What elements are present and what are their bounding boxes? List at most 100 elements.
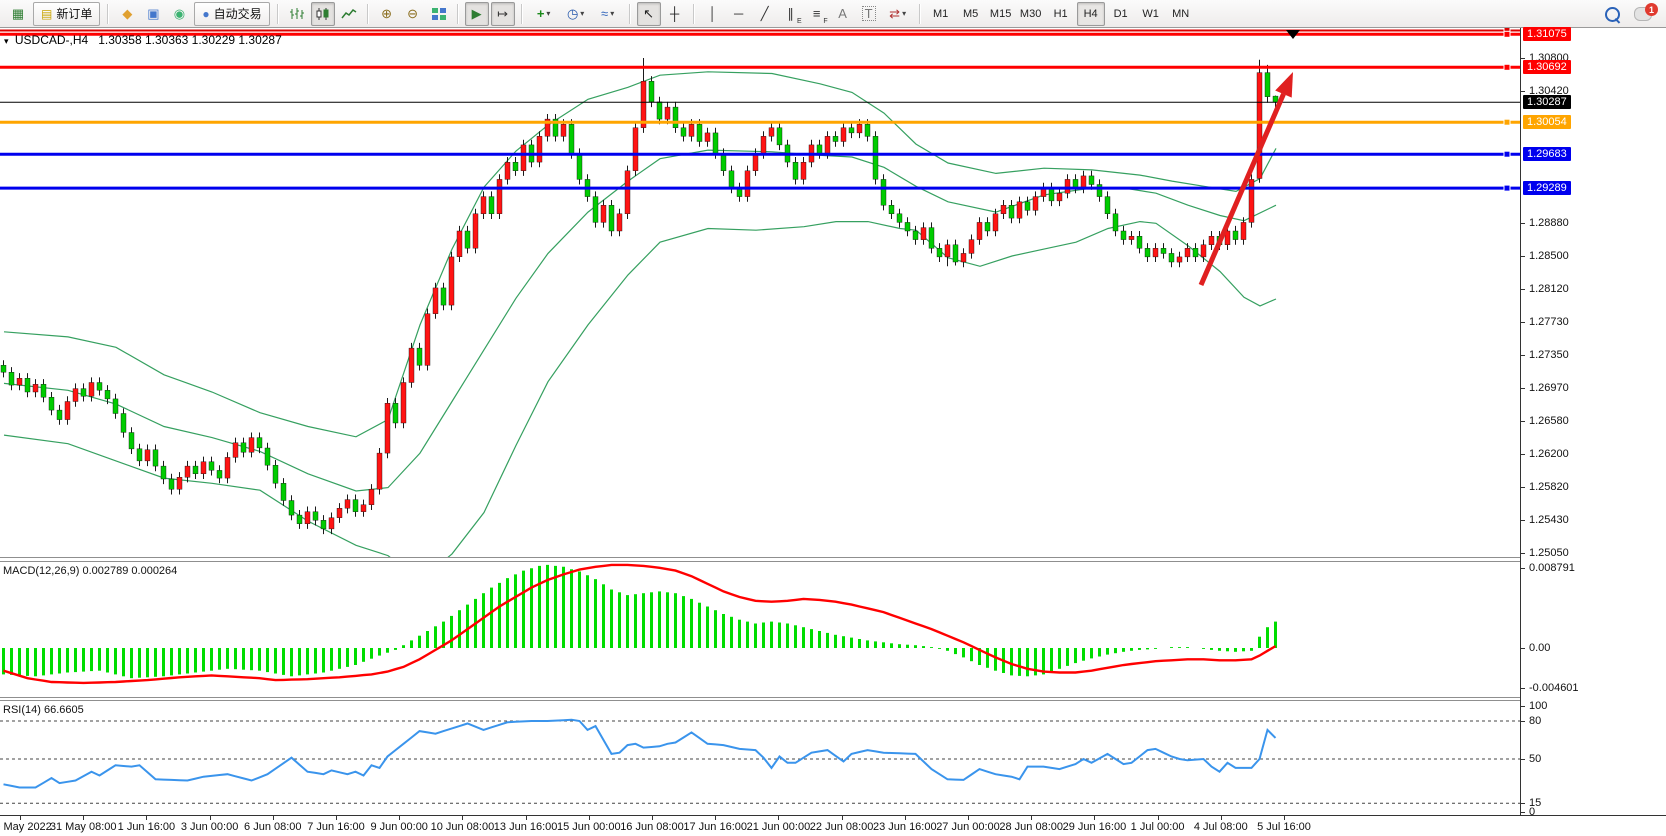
zoom-in-icon-glyph: ⊕ xyxy=(381,7,392,20)
macd-chart[interactable] xyxy=(0,562,1520,697)
new-order-button[interactable]: ▤新订单 xyxy=(33,2,100,26)
candle-body xyxy=(1193,248,1198,257)
candle-body xyxy=(361,505,366,512)
time-axis-label: 30 May 2022 xyxy=(0,821,52,833)
timeframe-d1[interactable]: D1 xyxy=(1107,2,1135,26)
time-axis[interactable]: 30 May 202231 May 08:001 Jun 16:003 Jun … xyxy=(0,815,1666,836)
candle-body xyxy=(849,128,854,133)
price-axis-tick xyxy=(1521,322,1525,323)
trendline-icon[interactable]: ╱ xyxy=(753,2,777,26)
text-icon[interactable]: A xyxy=(831,2,855,26)
candle-body xyxy=(985,222,990,231)
toolbar-group: ▦▤新订单 xyxy=(2,1,105,27)
timeframe-h1[interactable]: H1 xyxy=(1047,2,1075,26)
timeframe-w1[interactable]: W1 xyxy=(1137,2,1165,26)
candle-body xyxy=(161,466,166,479)
candle-body xyxy=(417,348,422,365)
toolbar-group: │ ─╱∥E≡FAT⇄▾ xyxy=(697,1,917,27)
timeframe-h4[interactable]: H4 xyxy=(1077,2,1105,26)
candle-body xyxy=(25,378,30,392)
candlestick-chart-icon[interactable] xyxy=(311,2,335,26)
macd-axis-label: 0.008791 xyxy=(1529,562,1575,574)
chart-shift-icon[interactable]: ↦ xyxy=(491,2,515,26)
timeframe-m15[interactable]: M15 xyxy=(987,2,1015,26)
rsi-axis-tick xyxy=(1521,803,1525,804)
candle-body xyxy=(473,214,478,248)
candle-body xyxy=(17,378,22,385)
zoom-out-icon[interactable]: ⊖ xyxy=(401,2,425,26)
price-chart-panel[interactable]: ▾ USDCAD-,H4 1.30358 1.30363 1.30229 1.3… xyxy=(0,28,1520,557)
vertical-line-icon[interactable]: │ xyxy=(701,2,725,26)
time-axis-tick xyxy=(20,816,21,820)
price-axis[interactable]: 1.308001.304201.288801.285001.281201.277… xyxy=(1520,28,1666,815)
vertical-line-icon-glyph: │ xyxy=(709,7,717,20)
shapes-icon[interactable]: ⇄▾ xyxy=(883,2,913,26)
periods-icon-dropdown[interactable]: ▾ xyxy=(580,9,584,18)
time-axis-tick xyxy=(210,816,211,820)
fibonacci-icon[interactable]: ≡F xyxy=(805,2,829,26)
templates-icon-dropdown[interactable]: ▾ xyxy=(610,9,614,18)
candle-body xyxy=(1249,179,1254,222)
chart-shift-icon-glyph: ↦ xyxy=(497,7,508,20)
templates-icon[interactable]: ≈▾ xyxy=(593,2,623,26)
search-icon[interactable] xyxy=(1605,7,1620,22)
time-axis-label: 13 Jun 16:00 xyxy=(494,821,558,833)
time-axis-label: 29 Jun 16:00 xyxy=(1063,821,1127,833)
macd-panel[interactable]: MACD(12,26,9) 0.002789 0.000264 xyxy=(0,562,1520,697)
indicators-icon[interactable]: +▾ xyxy=(529,2,559,26)
rsi-chart[interactable] xyxy=(0,701,1520,815)
time-axis-label: 7 Jun 16:00 xyxy=(307,821,365,833)
periods-icon[interactable]: ◷▾ xyxy=(561,2,591,26)
candle-body xyxy=(1105,197,1110,214)
rsi-axis-label: 80 xyxy=(1529,715,1541,727)
candle-body xyxy=(617,214,622,231)
zoom-out-icon-glyph: ⊖ xyxy=(407,7,418,20)
toolbar-right-cluster: 1 xyxy=(1605,0,1652,28)
crosshair-icon[interactable]: ┼ xyxy=(663,2,687,26)
candle-body xyxy=(1169,253,1174,262)
fibonacci-icon-sub: F xyxy=(823,18,827,25)
bar-chart-icon[interactable] xyxy=(285,2,309,26)
candle-body xyxy=(1001,205,1006,214)
timeframe-m1[interactable]: M1 xyxy=(927,2,955,26)
candlestick-chart[interactable] xyxy=(0,28,1520,557)
price-axis-tick xyxy=(1521,91,1525,92)
indicators-icon-dropdown[interactable]: ▾ xyxy=(546,9,550,18)
auto-scroll-icon[interactable]: ▶ xyxy=(465,2,489,26)
price-axis-tick xyxy=(1521,388,1525,389)
candle-body xyxy=(185,466,190,477)
price-level-badge: 1.29289 xyxy=(1523,181,1571,195)
candle-body xyxy=(889,205,894,214)
main-toolbar: ▦▤新订单 ◆ ▣◉●自动交易 ⊕ ⊖ ▶ ↦ +▾◷▾≈▾ ↖┼ │ ─╱∥E≡FAT⇄▾ M1M5… xyxy=(0,0,1666,28)
equidistant-channel-icon[interactable]: ∥E xyxy=(779,2,803,26)
cursor-icon[interactable]: ↖ xyxy=(637,2,661,26)
signals-icon[interactable]: ◉ xyxy=(167,2,191,26)
market-watch-icon[interactable]: ◆ xyxy=(115,2,139,26)
market-watch-icon-glyph: ◆ xyxy=(122,7,132,20)
timeframe-m30[interactable]: M30 xyxy=(1017,2,1045,26)
rsi-panel[interactable]: RSI(14) 66.6605 xyxy=(0,701,1520,815)
candle-body xyxy=(681,128,686,137)
price-level-badge: 1.30287 xyxy=(1523,95,1571,109)
price-axis-tick xyxy=(1521,520,1525,521)
autotrading-button[interactable]: ●自动交易 xyxy=(194,2,269,26)
new-chart-icon[interactable]: ▦ xyxy=(6,2,30,26)
candle-body xyxy=(601,205,606,222)
time-axis-tick xyxy=(1284,816,1285,820)
zoom-in-icon[interactable]: ⊕ xyxy=(375,2,399,26)
candle-body xyxy=(1065,179,1070,193)
price-level-badge: 1.30054 xyxy=(1523,115,1571,129)
text-label-icon[interactable]: T xyxy=(857,2,881,26)
time-axis-tick xyxy=(968,816,969,820)
candle-body xyxy=(1273,96,1278,102)
tile-windows-icon[interactable] xyxy=(427,2,451,26)
notifications-icon[interactable]: 1 xyxy=(1634,7,1652,21)
timeframe-mn[interactable]: MN xyxy=(1167,2,1195,26)
timeframe-m5[interactable]: M5 xyxy=(957,2,985,26)
line-chart-icon[interactable] xyxy=(337,2,361,26)
shapes-icon-dropdown[interactable]: ▾ xyxy=(902,9,906,18)
horizontal-line-icon[interactable]: ─ xyxy=(727,2,751,26)
candle-body xyxy=(401,383,406,424)
candle-body xyxy=(657,102,662,119)
terminal-icon[interactable]: ▣ xyxy=(141,2,165,26)
